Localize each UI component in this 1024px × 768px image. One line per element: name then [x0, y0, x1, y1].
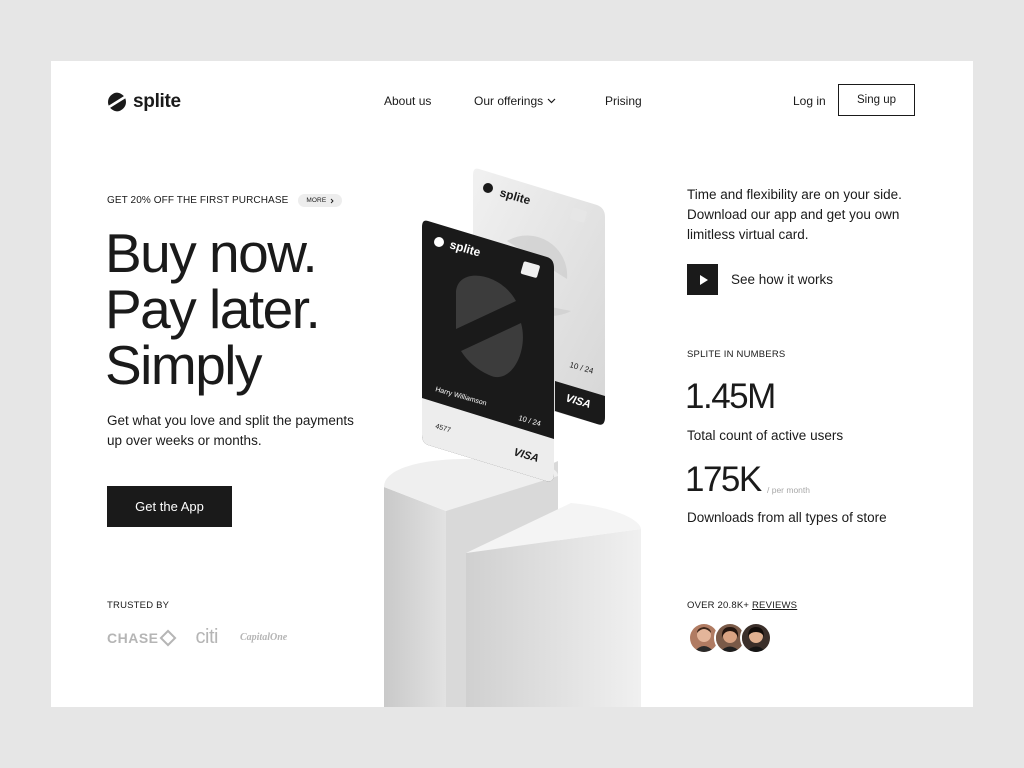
trusted-by-label: TRUSTED BY — [107, 600, 170, 611]
promo-banner: GET 20% OFF THE FIRST PURCHASE MORE — [107, 194, 343, 207]
downloads-caption: Downloads from all types of store — [687, 510, 887, 525]
intro-text: Time and flexibility are on your side. D… — [687, 187, 902, 242]
avatar — [740, 622, 772, 654]
capital-one-logo: CapitalOne — [239, 632, 288, 643]
see-how-it-works-link[interactable]: See how it works — [731, 272, 833, 287]
brand-name: splite — [133, 91, 181, 112]
login-link[interactable]: Log in — [793, 94, 826, 108]
reviewer-avatars — [688, 622, 772, 654]
reviews-link[interactable]: REVIEWS — [752, 600, 797, 611]
nav-our-offerings-label: Our offerings — [474, 94, 544, 108]
numbers-section-label: SPLITE IN NUMBERS — [687, 349, 786, 360]
nav-about-us-label: About us — [384, 94, 432, 108]
citi-logo: citi — [195, 626, 219, 648]
splite-logo-icon — [108, 92, 126, 112]
back-card-logo-icon — [483, 183, 493, 193]
front-card: splite Harry Williamson 10 / 24 4577 VIS… — [422, 220, 554, 482]
downloads-unit: / per month — [767, 485, 810, 495]
nav-prising-label: Prising — [605, 94, 642, 108]
get-app-button[interactable]: Get the App — [107, 486, 232, 527]
nav-our-offerings[interactable]: Our offerings — [474, 94, 556, 108]
more-badge[interactable]: MORE — [298, 194, 343, 207]
chase-logo: CHASE — [107, 629, 177, 646]
chase-logo-text: CHASE — [107, 629, 159, 646]
cards-illustration: splite 10 / 24 VISA splite Harry William… — [384, 168, 641, 707]
hero-headline: Buy now. Pay later. Simply — [105, 222, 321, 396]
active-users-value: 1.45M — [685, 377, 776, 416]
promo-text: GET 20% OFF THE FIRST PURCHASE — [107, 195, 289, 206]
reviews-prefix: OVER 20.8K+ — [687, 600, 750, 611]
headline-line-1: Buy now. — [105, 222, 318, 284]
hero-subtext: Get what you love and split the payments… — [107, 413, 354, 448]
front-card-logo-icon — [434, 237, 444, 247]
active-users-caption: Total count of active users — [687, 428, 844, 443]
chase-octagon-icon — [159, 629, 177, 646]
headline-line-2: Pay later. — [105, 278, 321, 340]
headline-line-3: Simply — [105, 334, 263, 396]
landing-page: splite About us Our offerings Prising Lo… — [51, 61, 973, 707]
chevron-down-icon — [547, 98, 556, 104]
reviews-label: OVER 20.8K+ REVIEWS — [687, 600, 797, 611]
play-icon[interactable] — [687, 264, 718, 295]
brand-logo[interactable]: splite — [107, 91, 181, 113]
nav-prising[interactable]: Prising — [605, 94, 642, 108]
signup-button[interactable]: Sing up — [838, 84, 915, 116]
chevron-right-icon — [330, 198, 334, 203]
partner-logos: CHASE citi CapitalOne — [107, 626, 287, 649]
nav-about-us[interactable]: About us — [384, 94, 431, 108]
downloads-value: 175K — [685, 460, 762, 499]
more-badge-label: MORE — [306, 197, 327, 204]
